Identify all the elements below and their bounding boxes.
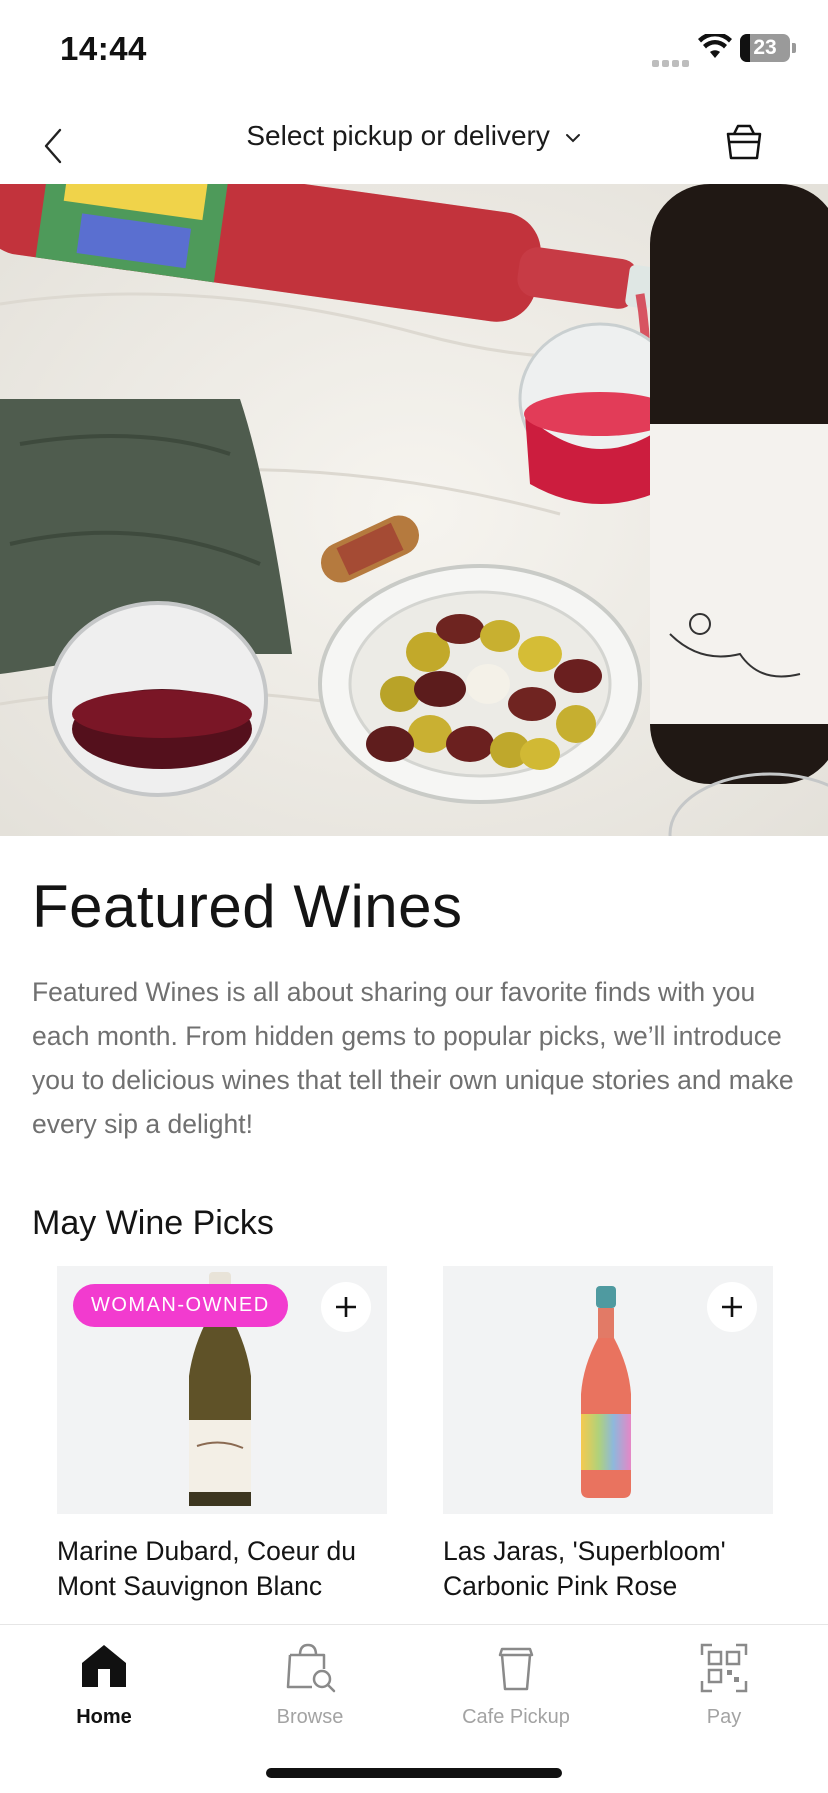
- add-to-cart-button[interactable]: [321, 1282, 371, 1332]
- wine-table-illustration: [0, 184, 828, 836]
- status-bar: 14:44 23: [0, 0, 828, 96]
- cellular-signal-icon: [652, 54, 692, 67]
- tab-browse[interactable]: Browse: [250, 1641, 370, 1729]
- wifi-icon: [698, 34, 732, 58]
- home-indicator[interactable]: [266, 1768, 562, 1778]
- plus-icon: [336, 1297, 356, 1317]
- status-time: 14:44: [60, 30, 147, 67]
- home-icon: [82, 1645, 126, 1687]
- tab-cafe-pickup[interactable]: Cafe Pickup: [456, 1641, 576, 1729]
- nav-header: Select pickup or delivery: [0, 96, 828, 184]
- section-title: May Wine Picks: [32, 1204, 274, 1242]
- tab-home[interactable]: Home: [44, 1641, 164, 1729]
- qr-code-icon: [700, 1643, 748, 1693]
- coffee-cup-icon: [498, 1647, 534, 1691]
- woman-owned-badge: WOMAN-OWNED: [73, 1284, 288, 1327]
- pickup-delivery-selector[interactable]: Select pickup or delivery: [0, 120, 828, 152]
- tab-label: Browse: [276, 1706, 344, 1728]
- product-title[interactable]: Marine Dubard, Coeur du Mont Sauvignon B…: [57, 1534, 387, 1604]
- chevron-down-icon: [565, 133, 580, 143]
- product-title[interactable]: Las Jaras, 'Superbloom' Carbonic Pink Ro…: [443, 1534, 773, 1604]
- tab-label: Cafe Pickup: [462, 1706, 570, 1728]
- battery-icon: 23: [740, 34, 790, 62]
- battery-level: 23: [753, 36, 777, 59]
- plus-icon: [722, 1297, 742, 1317]
- product-image: [443, 1266, 773, 1514]
- product-card[interactable]: Las Jaras, 'Superbloom' Carbonic Pink Ro…: [443, 1266, 773, 1604]
- product-image: WOMAN-OWNED: [57, 1266, 387, 1514]
- product-card[interactable]: WOMAN-OWNED Marine Dubard, Coeur du Mont…: [57, 1266, 387, 1604]
- page-title: Featured Wines: [32, 873, 463, 940]
- page-description: Featured Wines is all about sharing our …: [32, 977, 794, 1139]
- bag-search-icon: [286, 1643, 336, 1693]
- tab-label: Home: [76, 1706, 132, 1728]
- add-to-cart-button[interactable]: [707, 1282, 757, 1332]
- tab-pay[interactable]: Pay: [664, 1641, 784, 1729]
- hero-image: [0, 184, 828, 836]
- tab-label: Pay: [706, 1706, 742, 1728]
- pickup-delivery-label: Select pickup or delivery: [246, 120, 550, 151]
- shopping-basket-icon[interactable]: [722, 120, 766, 164]
